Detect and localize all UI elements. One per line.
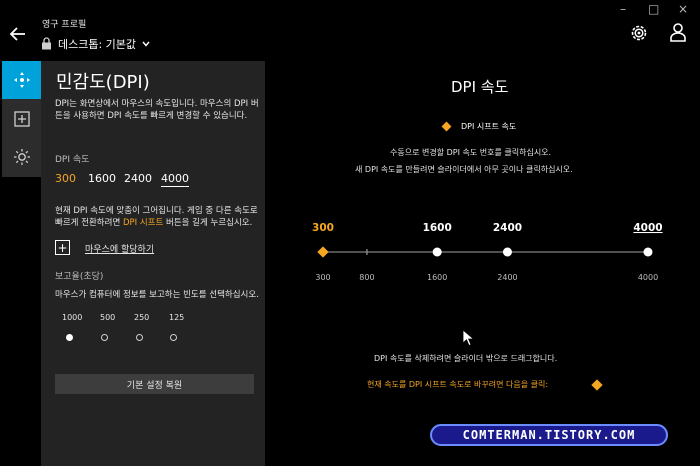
slider-stop-handle[interactable]: [643, 247, 653, 257]
report-rate-label-500: 500: [100, 313, 116, 322]
rail-item-dpi[interactable]: [2, 61, 41, 99]
dpi-arrows-icon: [13, 72, 30, 88]
instruction-create-speed: 새 DPI 속도를 만들려면 슬라이더에서 아무 곳이나 클릭하십시오.: [355, 165, 573, 174]
instruction-click-number: 수동으로 변경할 DPI 속도 번호를 클릭하십시오.: [390, 148, 552, 157]
feature-rail: [2, 61, 41, 177]
delete-drag-hint: DPI 속도를 삭제하려면 슬라이더 밖으로 드래그합니다.: [374, 354, 558, 363]
gear-icon[interactable]: [629, 23, 649, 43]
report-rate-description: 마우스가 컴퓨터에 정보를 보고하는 빈도를 선택하십시오.: [55, 290, 259, 300]
minimize-button[interactable]: –: [620, 2, 626, 16]
report-rate-radio-125[interactable]: [170, 334, 177, 341]
back-arrow-icon[interactable]: [8, 24, 28, 44]
slider-axis-label: 2400: [497, 273, 517, 282]
dpi-value-current[interactable]: 4000: [161, 172, 189, 187]
dpi-value-shift[interactable]: 300: [55, 172, 76, 185]
plus-square-icon: [13, 111, 30, 127]
profile-selector[interactable]: 데스크톱: 기본값: [58, 36, 150, 52]
maximize-button[interactable]: □: [648, 2, 659, 16]
profile-type-label: 영구 프로필: [42, 20, 87, 30]
watermark: COMTERMAN.TISTORY.COM: [430, 424, 668, 446]
set-shift-diamond-button[interactable]: [591, 379, 603, 391]
chevron-down-icon: [142, 41, 150, 47]
slider-stop-label[interactable]: 2400: [493, 222, 522, 234]
report-rate-radio-500[interactable]: [101, 334, 108, 341]
slider-stop-shift-diamond[interactable]: [317, 246, 329, 258]
dpi-shift-desc-text-end: 버튼을 길게 누르십시오.: [163, 218, 253, 228]
report-rate-label-125: 125: [169, 313, 185, 322]
rail-item-assignments[interactable]: [2, 100, 41, 138]
lock-icon: [42, 37, 51, 50]
restore-defaults-button[interactable]: 기본 설정 복원: [55, 374, 254, 394]
panel-description: DPI는 화면상에서 마우스의 속도입니다. 마우스의 DPI 버튼을 사용하면…: [55, 99, 259, 121]
main-title: DPI 속도: [451, 78, 509, 96]
dpi-shift-diamond-icon: [441, 121, 452, 132]
slider-stop-label[interactable]: 4000: [633, 222, 662, 234]
slider-axis-label: 300: [315, 273, 330, 282]
close-window-button[interactable]: ×: [678, 2, 688, 16]
slider-axis-label: 4000: [638, 273, 658, 282]
profile-name: 데스크톱: 기본값: [58, 38, 137, 51]
dpi-shift-speed-label: DPI 시프트 속도: [461, 122, 517, 131]
slider-stop-handle[interactable]: [502, 247, 512, 257]
report-rate-radio-250[interactable]: [136, 334, 143, 341]
slider-axis-label: 1600: [427, 273, 447, 282]
dpi-value[interactable]: 1600: [88, 172, 116, 185]
dpi-speed-label: DPI 속도: [55, 155, 90, 165]
dpi-shift-description: 현재 DPI 속도에 맞춤이 그어집니다. 게임 중 다른 속도로 빠르게 전환…: [55, 205, 265, 229]
rail-item-lighting[interactable]: [2, 138, 41, 176]
dpi-value[interactable]: 2400: [124, 172, 152, 185]
dpi-shift-term: DPI 시프트: [122, 218, 164, 228]
report-rate-radio-1000[interactable]: [66, 334, 73, 341]
report-rate-label: 보고율(초당): [55, 272, 104, 282]
assign-to-mouse-link[interactable]: 마우스에 할당하기: [85, 242, 154, 255]
slider-stop-label[interactable]: 300: [312, 222, 334, 234]
mouse-cursor-icon: [462, 329, 475, 347]
panel-title: 민감도(DPI): [56, 72, 150, 93]
assign-plus-icon[interactable]: +: [55, 240, 70, 255]
slider-axis-label: 800: [359, 273, 374, 282]
slider-stop-handle[interactable]: [432, 247, 442, 257]
set-shift-hint: 현재 속도를 DPI 시프트 속도로 바꾸려면 다음을 클릭:: [367, 380, 549, 389]
dpi-slider[interactable]: 300 800 1600 2400 4000 300 1600 2400 4000: [305, 215, 680, 290]
report-rate-label-1000: 1000: [62, 313, 83, 322]
lighting-icon: [13, 149, 30, 165]
slider-stop-label[interactable]: 1600: [423, 222, 452, 234]
user-icon[interactable]: [669, 22, 687, 42]
report-rate-label-250: 250: [134, 313, 150, 322]
